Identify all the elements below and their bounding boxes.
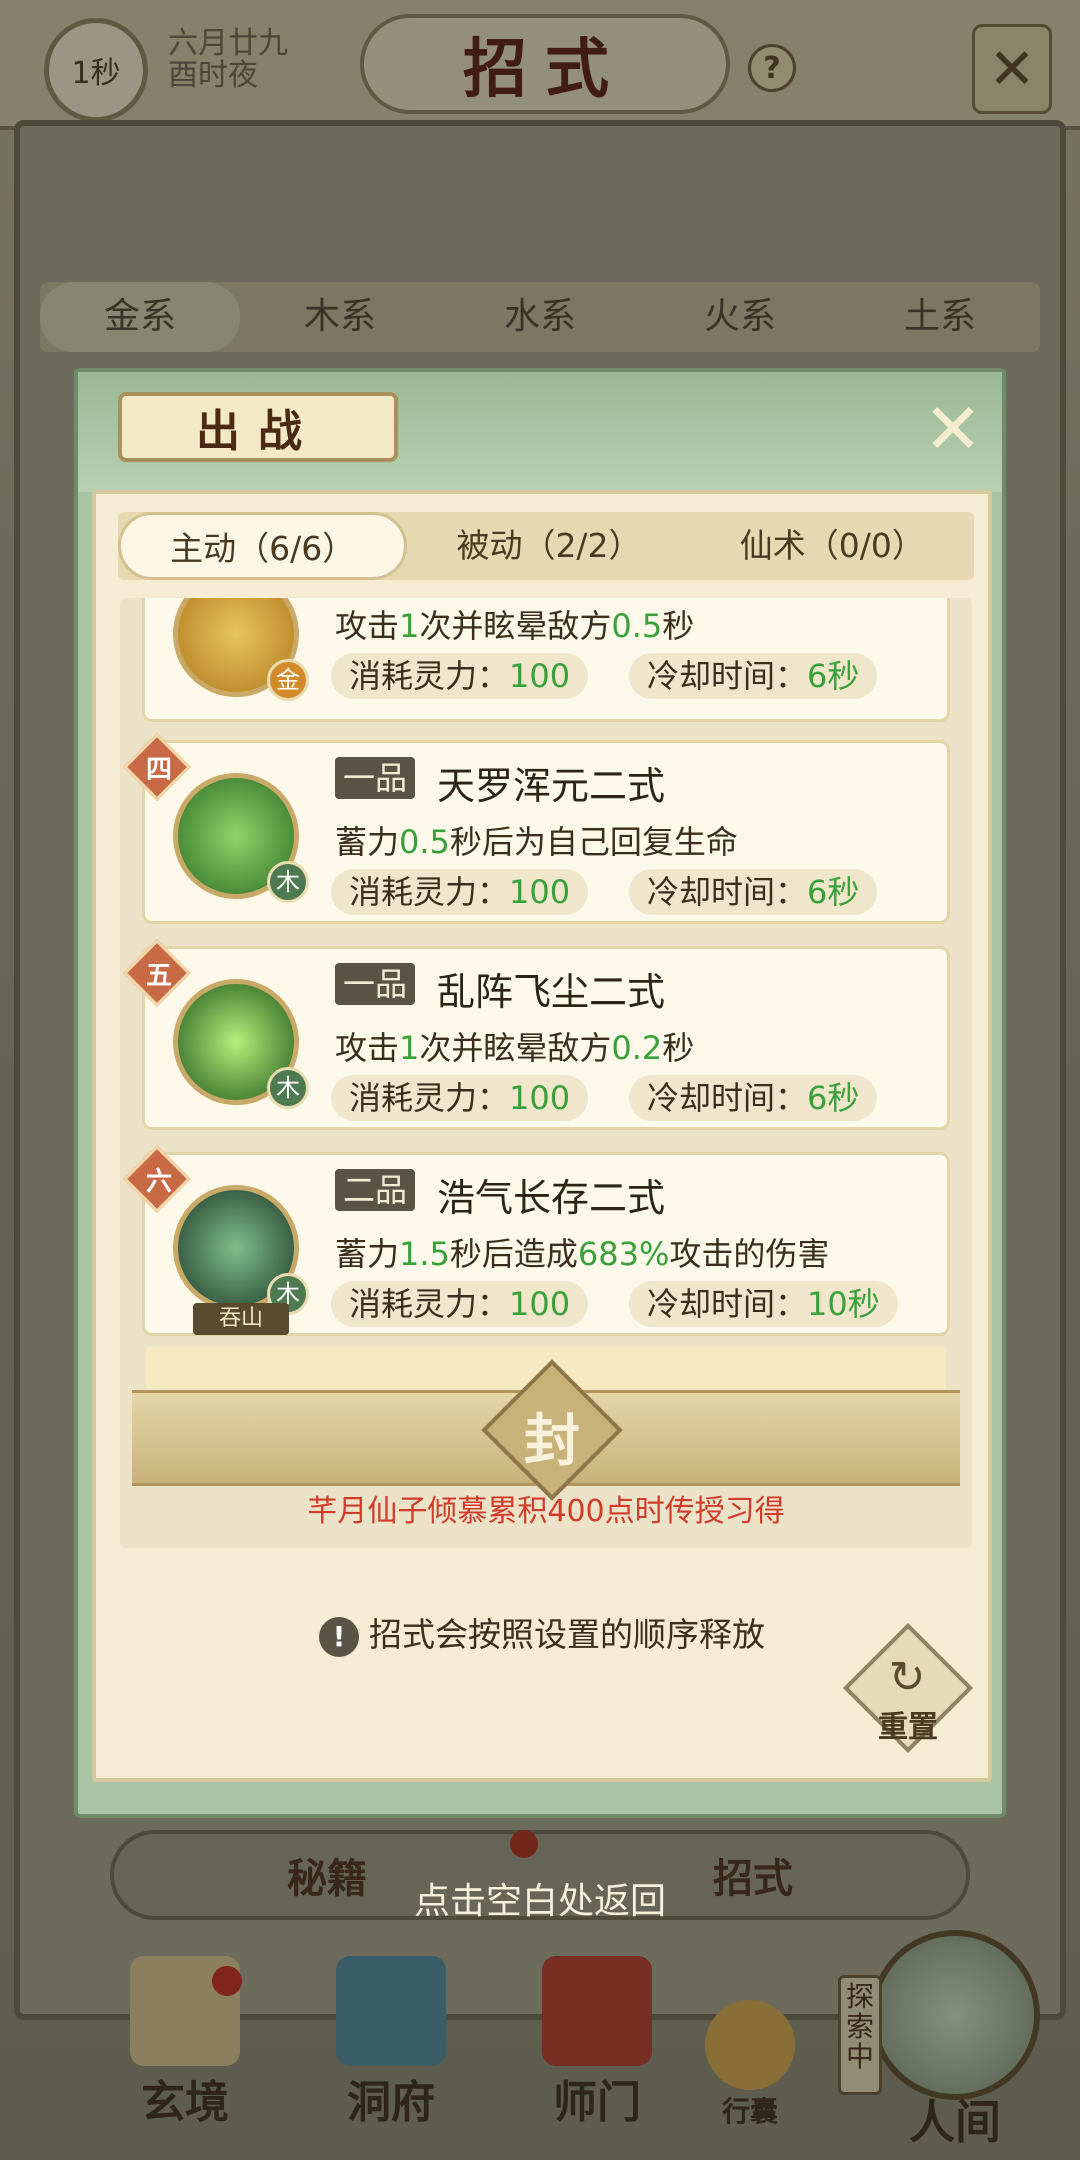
element-badge: 金 <box>267 659 309 701</box>
tab-passive-skills[interactable]: 被动（2/2） <box>407 512 690 580</box>
order-number: 六 <box>145 1167 172 1197</box>
cost-chip: 消耗灵力：100 <box>331 1075 589 1121</box>
cooldown-chip: 冷却时间：10秒 <box>629 1281 898 1327</box>
element-badge: 木 <box>267 1067 309 1109</box>
skill-card[interactable]: 六 木 吞山 二品 浩气长存二式 蓄力1.5秒后造成683%攻击的伤害 消耗灵力… <box>123 1145 950 1336</box>
element-badge: 木 <box>267 861 309 903</box>
modal-header: 出战 ✕ <box>78 372 1002 492</box>
order-hint: ! 招式会按照设置的顺序释放 <box>96 1608 988 1657</box>
unlock-condition: 芊月仙子倾慕累积400点时传授习得 <box>307 1494 785 1529</box>
grade-badge: 一品 <box>335 963 416 1005</box>
close-icon[interactable]: ✕ <box>918 388 988 470</box>
skill-card[interactable]: 金 攻击1次并眩晕敌方0.5秒 消耗灵力：100 冷却时间：6秒 <box>142 598 950 722</box>
skill-type-tabs: 主动（6/6） 被动（2/2） 仙术（0/0） <box>118 512 974 580</box>
order-number: 五 <box>145 961 172 991</box>
skill-name: 天罗浑元二式 <box>437 764 666 808</box>
grade-badge: 一品 <box>335 757 416 799</box>
skill-card[interactable]: 四 木 一品 天罗浑元二式 蓄力0.5秒后为自己回复生命 消耗灵力：100 冷却… <box>123 733 950 924</box>
cost-chip: 消耗灵力：100 <box>331 653 589 699</box>
tap-to-return-hint: 点击空白处返回 <box>413 1881 666 1922</box>
warning-icon: ! <box>319 1616 359 1657</box>
skill-name: 浩气长存二式 <box>437 1176 666 1220</box>
battle-skills-modal: 出战 ✕ 主动（6/6） 被动（2/2） 仙术（0/0） 金 攻击1次并眩晕敌方… <box>74 368 1006 1818</box>
order-hint-text: 招式会按照设置的顺序释放 <box>369 1615 765 1654</box>
reset-label: 重置 <box>878 1710 938 1745</box>
cooldown-chip: 冷却时间：6秒 <box>629 653 878 699</box>
grade-badge: 二品 <box>335 1169 416 1211</box>
skill-list[interactable]: 金 攻击1次并眩晕敌方0.5秒 消耗灵力：100 冷却时间：6秒 四 木 一品 … <box>120 598 972 1548</box>
seal-char: 封 <box>524 1408 580 1474</box>
cooldown-chip: 冷却时间：6秒 <box>629 1075 878 1121</box>
cooldown-chip: 冷却时间：6秒 <box>629 869 878 915</box>
skill-name: 乱阵飞尘二式 <box>437 970 666 1014</box>
skill-description: 攻击1次并眩晕敌方0.2秒 <box>335 1029 695 1067</box>
skill-description: 蓄力1.5秒后造成683%攻击的伤害 <box>335 1235 830 1273</box>
modal-title: 出战 <box>118 392 398 462</box>
skill-tag: 吞山 <box>193 1303 289 1335</box>
tab-active-skills[interactable]: 主动（6/6） <box>118 512 408 580</box>
order-number: 四 <box>145 755 172 785</box>
skill-card[interactable]: 五 木 一品 乱阵飞尘二式 攻击1次并眩晕敌方0.2秒 消耗灵力：100 冷却时… <box>123 939 950 1130</box>
sealed-skill-slot[interactable]: 封 芊月仙子倾慕累积400点时传授习得 <box>132 1346 960 1529</box>
refresh-icon: ↻ <box>888 1652 926 1703</box>
modal-body: 主动（6/6） 被动（2/2） 仙术（0/0） 金 攻击1次并眩晕敌方0.5秒 … <box>92 490 992 1782</box>
cost-chip: 消耗灵力：100 <box>331 1281 589 1327</box>
tab-immortal-arts[interactable]: 仙术（0/0） <box>691 512 974 580</box>
skill-description: 攻击1次并眩晕敌方0.5秒 <box>335 607 695 645</box>
skill-description: 蓄力0.5秒后为自己回复生命 <box>335 823 738 861</box>
cost-chip: 消耗灵力：100 <box>331 869 589 915</box>
